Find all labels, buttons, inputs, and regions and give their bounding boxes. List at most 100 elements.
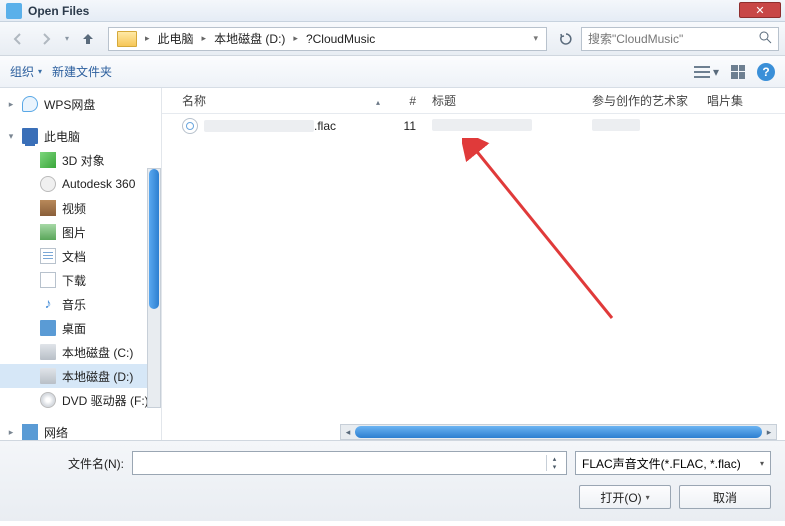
- folder-icon: [117, 31, 137, 47]
- cell-title: [424, 119, 584, 134]
- search-input[interactable]: 搜索"CloudMusic": [581, 27, 779, 51]
- toolbar: 组织 ▾ 新建文件夹 ▾ ?: [0, 56, 785, 88]
- app-icon: [6, 3, 22, 19]
- history-dropdown[interactable]: ▾: [62, 34, 72, 43]
- sidebar-label: 网络: [44, 424, 68, 441]
- new-folder-button[interactable]: 新建文件夹: [52, 63, 112, 80]
- help-button[interactable]: ?: [757, 63, 775, 81]
- crumb-pc[interactable]: 此电脑: [154, 30, 198, 47]
- sidebar-item-network[interactable]: ▸ 网络: [0, 420, 161, 440]
- view-mode-button[interactable]: ▾: [694, 65, 719, 79]
- chevron-right-icon: ▸: [143, 33, 152, 44]
- expand-icon[interactable]: ▸: [6, 427, 16, 438]
- video-icon: [40, 200, 56, 216]
- cell-artist: [584, 119, 699, 134]
- sidebar-item-downloads[interactable]: 下载: [0, 268, 161, 292]
- file-row[interactable]: .flac 11: [162, 114, 785, 138]
- filename-label: 文件名(N):: [14, 455, 124, 472]
- horizontal-scrollbar[interactable]: ◂ ▸: [340, 424, 777, 440]
- search-placeholder: 搜索"CloudMusic": [588, 30, 683, 47]
- sidebar-label: DVD 驱动器 (F:): [62, 392, 149, 409]
- collapse-icon[interactable]: ▾: [6, 131, 16, 142]
- back-button[interactable]: [6, 27, 30, 51]
- picture-icon: [40, 224, 56, 240]
- redacted-artist: [592, 119, 640, 131]
- sidebar-item-music[interactable]: ♪音乐: [0, 292, 161, 316]
- chevron-down-icon: ▾: [760, 459, 764, 468]
- scroll-right-button[interactable]: ▸: [762, 425, 776, 439]
- column-number[interactable]: #: [384, 94, 424, 108]
- file-type-filter[interactable]: FLAC声音文件(*.FLAC, *.flac) ▾: [575, 451, 771, 475]
- breadcrumb-dropdown[interactable]: ▾: [529, 33, 542, 44]
- sidebar-label: 本地磁盘 (D:): [62, 368, 133, 385]
- scroll-left-button[interactable]: ◂: [341, 425, 355, 439]
- redacted-title: [432, 119, 532, 131]
- column-headers: 名称▴ # 标题 参与创作的艺术家 唱片集: [162, 88, 785, 114]
- new-folder-label: 新建文件夹: [52, 63, 112, 80]
- organize-label: 组织: [10, 63, 34, 80]
- open-label: 打开(O): [600, 489, 641, 506]
- pc-icon: [22, 128, 38, 144]
- sidebar-item-this-pc[interactable]: ▾ 此电脑: [0, 124, 161, 148]
- scrollbar-thumb[interactable]: [149, 169, 159, 309]
- sidebar-label: Autodesk 360: [62, 177, 135, 191]
- sidebar-item-wps[interactable]: ▸ WPS网盘: [0, 92, 161, 116]
- chevron-right-icon: ▸: [200, 33, 209, 44]
- close-button[interactable]: ✕: [739, 2, 781, 18]
- preview-pane-button[interactable]: [731, 65, 745, 79]
- sidebar-label: WPS网盘: [44, 96, 95, 113]
- up-button[interactable]: [76, 27, 100, 51]
- a360-icon: [40, 176, 56, 192]
- organize-menu[interactable]: 组织 ▾: [10, 63, 42, 80]
- cancel-label: 取消: [713, 489, 737, 506]
- sidebar-label: 3D 对象: [62, 152, 105, 169]
- chevron-down-icon: ▾: [646, 493, 650, 502]
- nav-bar: ▾ ▸ 此电脑 ▸ 本地磁盘 (D:) ▸ ?CloudMusic ▾ 搜索"C…: [0, 22, 785, 56]
- forward-button[interactable]: [34, 27, 58, 51]
- filename-input[interactable]: ▴▾: [132, 451, 567, 475]
- sidebar-item-video[interactable]: 视频: [0, 196, 161, 220]
- column-artist[interactable]: 参与创作的艺术家: [584, 92, 699, 109]
- sort-asc-icon: ▴: [376, 98, 380, 107]
- chevron-down-icon: ▾: [547, 463, 562, 471]
- sidebar-scrollbar[interactable]: [147, 168, 161, 408]
- file-list: 名称▴ # 标题 参与创作的艺术家 唱片集 .flac 11 ◂ ▸: [162, 88, 785, 440]
- chevron-up-icon: ▴: [547, 455, 562, 463]
- desktop-icon: [40, 320, 56, 336]
- scrollbar-thumb[interactable]: [355, 426, 762, 438]
- column-name[interactable]: 名称▴: [174, 92, 384, 109]
- file-extension: .flac: [314, 119, 336, 133]
- expand-icon[interactable]: ▸: [6, 99, 16, 110]
- column-album[interactable]: 唱片集: [699, 92, 785, 109]
- cancel-button[interactable]: 取消: [679, 485, 771, 509]
- sidebar-item-disk-c[interactable]: 本地磁盘 (C:): [0, 340, 161, 364]
- column-title[interactable]: 标题: [424, 92, 584, 109]
- chevron-down-icon: ▾: [38, 67, 42, 76]
- body: ▸WPS网盘 ▾此电脑 3D 对象 Autodesk 360 视频 图片 文档 …: [0, 88, 785, 440]
- filename-value: [137, 456, 546, 470]
- arrow-up-icon: [80, 31, 96, 47]
- bottom-panel: 文件名(N): ▴▾ FLAC声音文件(*.FLAC, *.flac) ▾ 打开…: [0, 440, 785, 521]
- cloud-icon: [22, 96, 38, 112]
- breadcrumb[interactable]: ▸ 此电脑 ▸ 本地磁盘 (D:) ▸ ?CloudMusic ▾: [108, 27, 547, 51]
- open-button[interactable]: 打开(O) ▾: [579, 485, 671, 509]
- sidebar-item-desktop[interactable]: 桌面: [0, 316, 161, 340]
- crumb-folder[interactable]: ?CloudMusic: [302, 32, 379, 46]
- refresh-button[interactable]: [555, 28, 577, 50]
- filename-history-spinner[interactable]: ▴▾: [546, 455, 562, 471]
- crumb-drive[interactable]: 本地磁盘 (D:): [210, 30, 289, 47]
- sidebar-item-disk-d[interactable]: 本地磁盘 (D:): [0, 364, 161, 388]
- sidebar-label: 图片: [62, 224, 86, 241]
- sidebar-item-3d[interactable]: 3D 对象: [0, 148, 161, 172]
- sidebar-item-dvd[interactable]: DVD 驱动器 (F:): [0, 388, 161, 412]
- music-icon: ♪: [40, 296, 56, 312]
- cell-name: .flac: [174, 118, 384, 134]
- sidebar-item-autodesk[interactable]: Autodesk 360: [0, 172, 161, 196]
- sidebar-label: 此电脑: [44, 128, 80, 145]
- sidebar-label: 下载: [62, 272, 86, 289]
- sidebar-label: 桌面: [62, 320, 86, 337]
- sidebar-label: 文档: [62, 248, 86, 265]
- sidebar-item-pictures[interactable]: 图片: [0, 220, 161, 244]
- sidebar-item-documents[interactable]: 文档: [0, 244, 161, 268]
- window-title: Open Files: [28, 4, 89, 18]
